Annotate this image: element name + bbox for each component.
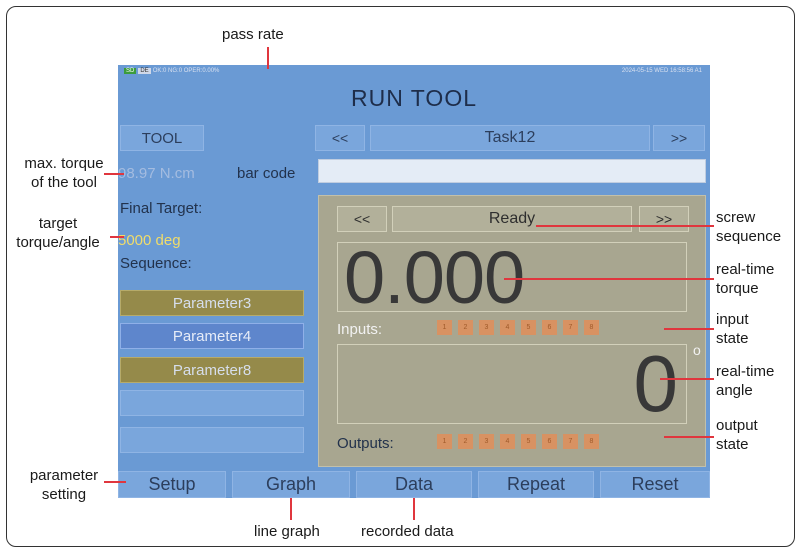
input-led: 4 bbox=[500, 320, 515, 335]
annotation-line: angle bbox=[716, 382, 753, 399]
bottom-toolbar: Setup Graph Data Repeat Reset bbox=[118, 467, 710, 498]
sequence-item-2[interactable]: Parameter4 bbox=[120, 323, 304, 349]
bar-code-input[interactable] bbox=[318, 159, 706, 183]
output-led: 3 bbox=[479, 434, 494, 449]
sd-card-badge: SD bbox=[124, 68, 137, 74]
language-badge: DE bbox=[138, 68, 151, 74]
output-led: 6 bbox=[542, 434, 557, 449]
annotation-pass-rate: pass rate bbox=[222, 26, 284, 43]
input-led: 3 bbox=[479, 320, 494, 335]
annotation-screw-sequence: screw sequence bbox=[716, 208, 781, 246]
previous-step-button[interactable]: << bbox=[337, 206, 387, 232]
output-led: 1 bbox=[437, 434, 452, 449]
max-torque-readout: 98.97 N.cm bbox=[118, 165, 195, 182]
annotation-line: sequence bbox=[716, 228, 782, 245]
annotation-line: state bbox=[716, 330, 749, 347]
final-target-label: Final Target: bbox=[120, 200, 203, 217]
tool-button[interactable]: TOOL bbox=[120, 125, 204, 151]
output-led: 2 bbox=[458, 434, 473, 449]
leader-line-target bbox=[110, 236, 124, 238]
torque-display: 0.000 bbox=[337, 237, 687, 319]
target-value: 5000 deg bbox=[118, 232, 181, 249]
input-led: 1 bbox=[437, 320, 452, 335]
input-led: 2 bbox=[458, 320, 473, 335]
inputs-indicator-row: 1 2 3 4 5 6 7 8 bbox=[437, 320, 599, 335]
graph-button[interactable]: Graph bbox=[232, 471, 350, 498]
inputs-label: Inputs: bbox=[337, 321, 383, 338]
input-led: 6 bbox=[542, 320, 557, 335]
outputs-indicator-row: 1 2 3 4 5 6 7 8 bbox=[437, 434, 599, 449]
next-task-button[interactable]: >> bbox=[653, 125, 705, 151]
next-step-button[interactable]: >> bbox=[639, 206, 689, 232]
repeat-button[interactable]: Repeat bbox=[478, 471, 594, 498]
screen-title: RUN TOOL bbox=[350, 85, 477, 111]
annotation-line: real-time bbox=[716, 363, 775, 380]
annotation-line: torque/angle bbox=[16, 234, 100, 251]
output-led: 4 bbox=[500, 434, 515, 449]
sequence-item-5[interactable] bbox=[120, 427, 304, 453]
annotation-line: max. torque bbox=[24, 155, 104, 172]
status-bar-right: 2024-05-15 WED 16:58:56 A1 bbox=[622, 68, 702, 74]
annotation-line: parameter bbox=[29, 467, 99, 484]
bar-code-label: bar code bbox=[237, 165, 296, 182]
leader-line-pass-rate bbox=[267, 47, 269, 69]
degree-mark: o bbox=[693, 342, 701, 358]
leader-line-realtime-angle bbox=[660, 378, 714, 380]
annotation-line: real-time bbox=[716, 261, 775, 278]
setup-button[interactable]: Setup bbox=[118, 471, 226, 498]
annotation-line: output bbox=[716, 417, 758, 434]
leader-line-screw-sequence bbox=[536, 225, 714, 227]
annotation-realtime-torque: real-time torque bbox=[716, 260, 774, 298]
task-name-display[interactable]: Task12 bbox=[370, 125, 650, 151]
annotation-line: state bbox=[716, 436, 749, 453]
annotation-line: setting bbox=[41, 486, 87, 503]
input-led: 5 bbox=[521, 320, 536, 335]
leader-line-output-state bbox=[664, 436, 714, 438]
leader-line-recorded-data bbox=[413, 498, 415, 520]
annotation-line: torque bbox=[716, 280, 759, 297]
device-screen: SD DE OK:0 NG:0 OPER:0.00% 2024-05-15 WED … bbox=[118, 65, 710, 498]
annotation-realtime-angle: real-time angle bbox=[716, 362, 774, 400]
status-tail: A1 bbox=[694, 68, 702, 74]
output-led: 7 bbox=[563, 434, 578, 449]
status-bar-left: SD DE OK:0 NG:0 OPER:0.00% bbox=[124, 68, 219, 74]
annotation-line: screw bbox=[716, 209, 756, 226]
leader-line-input-state bbox=[664, 328, 714, 330]
input-led: 7 bbox=[563, 320, 578, 335]
angle-display: 0 bbox=[337, 339, 687, 428]
output-led: 5 bbox=[521, 434, 536, 449]
angle-value: 0 bbox=[633, 339, 679, 428]
datetime-readout: 2024-05-15 WED 16:58:56 bbox=[621, 68, 694, 74]
sequence-label: Sequence: bbox=[120, 255, 192, 272]
leader-line-line-graph bbox=[290, 498, 292, 520]
annotation-parameter-setting: parameter setting bbox=[16, 466, 112, 504]
sequence-item-4[interactable] bbox=[120, 390, 304, 416]
annotation-line: of the tool bbox=[31, 174, 97, 191]
run-status-panel: << Ready >> 0.000 Inputs: 1 2 3 4 5 6 7 … bbox=[318, 195, 706, 467]
output-led: 8 bbox=[584, 434, 599, 449]
outputs-label: Outputs: bbox=[337, 435, 394, 452]
annotation-line: target bbox=[38, 215, 78, 232]
annotation-input-state: input state bbox=[716, 310, 749, 348]
reset-button[interactable]: Reset bbox=[600, 471, 710, 498]
annotation-max-torque: max. torque of the tool bbox=[14, 154, 114, 192]
leader-line-realtime-torque bbox=[504, 278, 714, 280]
step-state-display: Ready bbox=[392, 206, 632, 232]
previous-task-button[interactable]: << bbox=[315, 125, 365, 151]
annotation-line: input bbox=[716, 311, 749, 328]
torque-value: 0.000 bbox=[344, 236, 525, 319]
input-led: 8 bbox=[584, 320, 599, 335]
annotation-line-graph: line graph bbox=[254, 523, 320, 540]
pass-rate-readout: OK:0 NG:0 OPER:0.00% bbox=[152, 68, 220, 74]
annotation-recorded-data: recorded data bbox=[361, 523, 454, 540]
sequence-item-3[interactable]: Parameter8 bbox=[120, 357, 304, 383]
annotation-output-state: output state bbox=[716, 416, 758, 454]
sequence-item-1[interactable]: Parameter3 bbox=[120, 290, 304, 316]
annotation-target: target torque/angle bbox=[4, 214, 112, 252]
data-button[interactable]: Data bbox=[356, 471, 472, 498]
